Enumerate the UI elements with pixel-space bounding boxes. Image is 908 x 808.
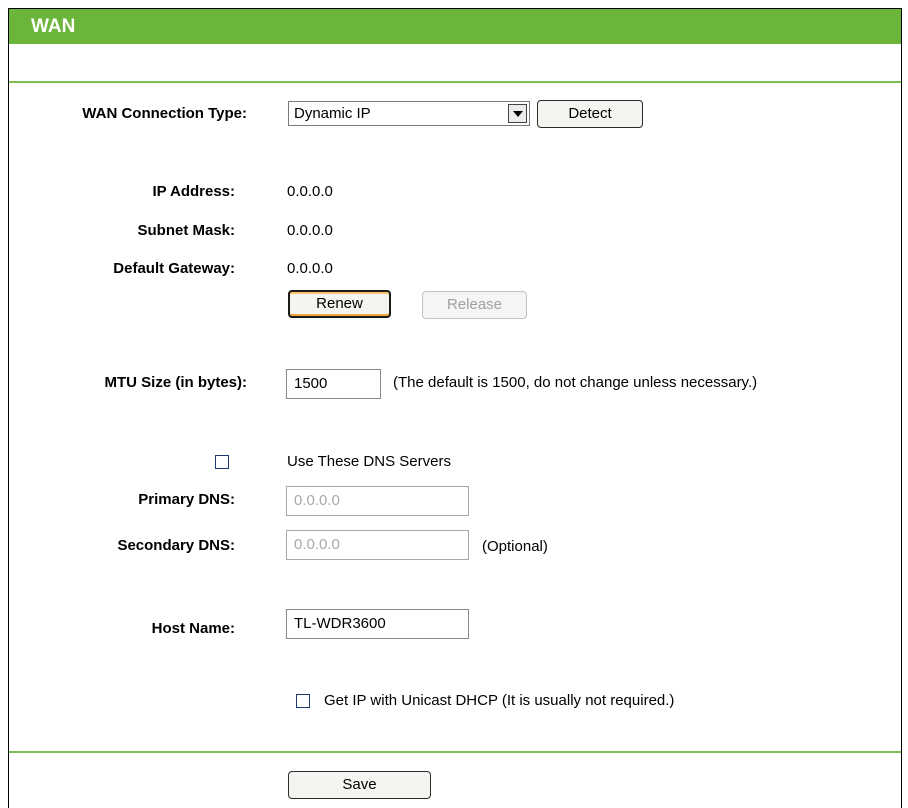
default-gateway-value: 0.0.0.0 — [287, 260, 333, 277]
ip-address-label: IP Address: — [152, 183, 235, 200]
wan-settings-panel: WAN WAN Connection Type: Dynamic IP Dete… — [8, 8, 902, 808]
unicast-dhcp-checkbox[interactable] — [296, 694, 310, 708]
host-name-input[interactable]: TL-WDR3600 — [286, 609, 469, 639]
renew-button[interactable]: Renew — [288, 290, 391, 318]
panel-header: WAN — [9, 9, 901, 44]
primary-dns-input[interactable]: 0.0.0.0 — [286, 486, 469, 516]
subnet-mask-value: 0.0.0.0 — [287, 222, 333, 239]
use-dns-servers-label: Use These DNS Servers — [287, 453, 451, 470]
unicast-dhcp-label: Get IP with Unicast DHCP (It is usually … — [324, 692, 675, 709]
dropdown-arrow-icon[interactable] — [508, 104, 527, 123]
subnet-mask-label: Subnet Mask: — [137, 222, 235, 239]
release-button[interactable]: Release — [422, 291, 527, 319]
secondary-dns-input[interactable]: 0.0.0.0 — [286, 530, 469, 560]
mtu-size-label: MTU Size (in bytes): — [104, 374, 247, 391]
primary-dns-label: Primary DNS: — [138, 491, 235, 508]
ip-address-value: 0.0.0.0 — [287, 183, 333, 200]
mtu-size-input[interactable]: 1500 — [286, 369, 381, 399]
top-divider — [9, 81, 901, 83]
default-gateway-label: Default Gateway: — [113, 260, 235, 277]
secondary-dns-label: Secondary DNS: — [117, 537, 235, 554]
wan-connection-type-label: WAN Connection Type: — [82, 105, 247, 122]
optional-hint: (Optional) — [482, 538, 548, 555]
mtu-hint: (The default is 1500, do not change unle… — [393, 374, 758, 391]
use-dns-servers-checkbox[interactable] — [215, 455, 229, 469]
detect-button[interactable]: Detect — [537, 100, 643, 128]
host-name-label: Host Name: — [151, 620, 235, 637]
wan-connection-type-select[interactable]: Dynamic IP — [288, 101, 530, 126]
bottom-divider — [9, 751, 901, 753]
panel-title: WAN — [31, 16, 76, 37]
wan-connection-type-value: Dynamic IP — [294, 105, 371, 122]
save-button[interactable]: Save — [288, 771, 431, 799]
